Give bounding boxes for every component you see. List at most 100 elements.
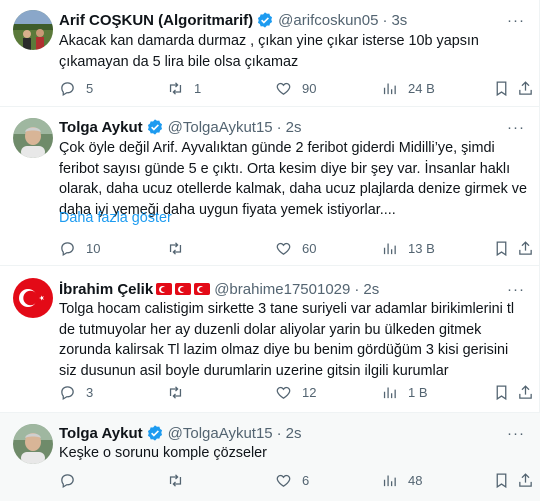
share-button[interactable] bbox=[517, 238, 534, 258]
reply-button[interactable]: 3 bbox=[59, 382, 93, 402]
ellipsis-icon[interactable]: ··· bbox=[506, 423, 526, 443]
reply-button[interactable] bbox=[59, 470, 86, 490]
like-button[interactable]: 12 bbox=[275, 382, 316, 402]
action-bar: 10 60 13 B bbox=[59, 238, 529, 258]
bookmark-button[interactable] bbox=[493, 238, 510, 258]
views-button[interactable]: 48 bbox=[381, 470, 422, 490]
view-count: 1 B bbox=[408, 384, 428, 400]
views-icon bbox=[381, 472, 398, 489]
verified-badge-icon bbox=[146, 424, 164, 442]
share-icon bbox=[517, 384, 534, 401]
view-count: 48 bbox=[408, 472, 423, 488]
show-more-link[interactable]: Daha fazla göster bbox=[59, 210, 172, 226]
reply-icon bbox=[59, 240, 76, 257]
handle[interactable]: @TolgaAykut15 bbox=[168, 119, 273, 136]
like-button[interactable]: 60 bbox=[275, 238, 316, 258]
retweet-button[interactable] bbox=[167, 382, 194, 402]
views-button[interactable]: 13 B bbox=[381, 238, 435, 258]
share-button[interactable] bbox=[517, 78, 534, 98]
retweet-icon bbox=[167, 472, 184, 489]
retweet-count: 1 bbox=[194, 80, 202, 96]
display-name[interactable]: İbrahim Çelik bbox=[59, 281, 153, 298]
tweet-3[interactable]: İbrahim Çelik @brahime17501029 · 2s ··· … bbox=[0, 266, 540, 413]
like-button[interactable]: 6 bbox=[275, 470, 309, 490]
share-icon bbox=[517, 240, 534, 257]
timestamp[interactable]: 2s bbox=[363, 281, 379, 298]
separator-dot: · bbox=[276, 118, 282, 136]
views-button[interactable]: 24 B bbox=[381, 78, 435, 98]
like-count: 60 bbox=[302, 240, 317, 256]
action-bar: 6 48 bbox=[59, 470, 529, 490]
reply-button[interactable]: 10 bbox=[59, 238, 100, 258]
bookmark-icon bbox=[493, 240, 510, 257]
display-name[interactable]: Tolga Aykut bbox=[59, 119, 143, 136]
retweet-button[interactable] bbox=[167, 238, 194, 258]
handle[interactable]: @brahime17501029 bbox=[214, 281, 350, 298]
tweet-1[interactable]: Arif COŞKUN (Algoritmarif) @arifcoskun05… bbox=[0, 0, 540, 107]
reply-count: 10 bbox=[86, 240, 101, 256]
bookmark-icon bbox=[493, 80, 510, 97]
tweet-text: Tolga hocam calistigim sirkette 3 tane s… bbox=[59, 301, 515, 379]
timestamp[interactable]: 3s bbox=[391, 12, 407, 29]
share-button[interactable] bbox=[517, 470, 534, 490]
avatar[interactable] bbox=[13, 118, 53, 158]
display-name[interactable]: Arif COŞKUN (Algoritmarif) bbox=[59, 12, 253, 29]
like-button[interactable]: 90 bbox=[275, 78, 316, 98]
views-icon bbox=[381, 80, 398, 97]
bookmark-button[interactable] bbox=[493, 382, 510, 402]
views-icon bbox=[381, 384, 398, 401]
like-count: 90 bbox=[302, 80, 317, 96]
avatar[interactable] bbox=[13, 424, 53, 464]
view-count: 13 B bbox=[408, 240, 435, 256]
like-count: 6 bbox=[302, 472, 310, 488]
avatar[interactable] bbox=[13, 278, 53, 318]
action-bar: 5 1 90 24 B bbox=[59, 78, 529, 98]
handle[interactable]: @arifcoskun05 bbox=[278, 12, 378, 29]
like-count: 12 bbox=[302, 384, 317, 400]
verified-badge-icon bbox=[256, 11, 274, 29]
share-button[interactable] bbox=[517, 382, 534, 402]
ellipsis-icon[interactable]: ··· bbox=[506, 279, 526, 299]
action-bar: 3 12 1 B bbox=[59, 382, 529, 402]
views-button[interactable]: 1 B bbox=[381, 382, 428, 402]
views-icon bbox=[381, 240, 398, 257]
bookmark-icon bbox=[493, 384, 510, 401]
ellipsis-icon[interactable]: ··· bbox=[506, 10, 526, 30]
avatar[interactable] bbox=[13, 10, 53, 50]
turkey-flag-icon bbox=[194, 283, 211, 295]
reply-count: 3 bbox=[86, 384, 94, 400]
view-count: 24 B bbox=[408, 80, 435, 96]
turkey-flag-icon bbox=[156, 283, 173, 295]
verified-badge-icon bbox=[146, 118, 164, 136]
reply-button[interactable]: 5 bbox=[59, 78, 93, 98]
retweet-icon bbox=[167, 384, 184, 401]
ellipsis-icon[interactable]: ··· bbox=[506, 117, 526, 137]
separator-dot: · bbox=[354, 280, 360, 298]
share-icon bbox=[517, 80, 534, 97]
reply-icon bbox=[59, 472, 76, 489]
display-name[interactable]: Tolga Aykut bbox=[59, 425, 143, 442]
timestamp[interactable]: 2s bbox=[286, 119, 302, 136]
tweet-text: Akacak kan damarda durmaz , çıkan yine ç… bbox=[59, 33, 479, 70]
handle[interactable]: @TolgaAykut15 bbox=[168, 425, 273, 442]
bookmark-button[interactable] bbox=[493, 78, 510, 98]
retweet-button[interactable]: 1 bbox=[167, 78, 201, 98]
heart-icon bbox=[275, 472, 292, 489]
timestamp[interactable]: 2s bbox=[286, 425, 302, 442]
bookmark-button[interactable] bbox=[493, 470, 510, 490]
heart-icon bbox=[275, 240, 292, 257]
separator-dot: · bbox=[276, 424, 282, 442]
share-icon bbox=[517, 472, 534, 489]
tweet-text: Çok öyle değil Arif. Ayvalıktan günde 2 … bbox=[59, 140, 527, 218]
reply-count: 5 bbox=[86, 80, 94, 96]
bookmark-icon bbox=[493, 472, 510, 489]
retweet-button[interactable] bbox=[167, 470, 194, 490]
heart-icon bbox=[275, 80, 292, 97]
tweet-2[interactable]: Tolga Aykut @TolgaAykut15 · 2s ··· Çok ö… bbox=[0, 107, 540, 266]
separator-dot: · bbox=[382, 11, 388, 29]
turkey-flag-icon bbox=[175, 283, 192, 295]
timeline: Arif COŞKUN (Algoritmarif) @arifcoskun05… bbox=[0, 0, 540, 501]
tweet-4[interactable]: Tolga Aykut @TolgaAykut15 · 2s ··· Keşke… bbox=[0, 413, 540, 501]
retweet-icon bbox=[167, 80, 184, 97]
reply-icon bbox=[59, 384, 76, 401]
